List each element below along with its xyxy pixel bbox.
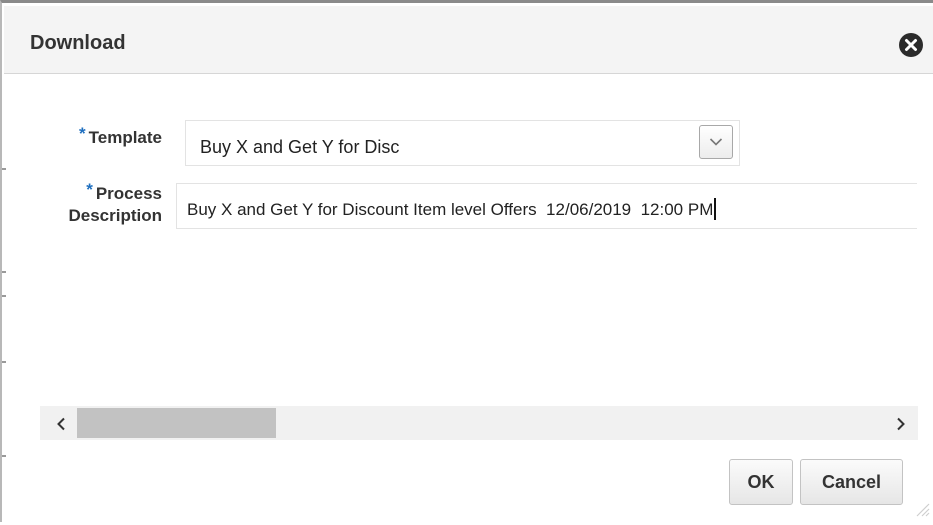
chevron-down-icon — [709, 138, 723, 146]
required-marker: * — [79, 124, 86, 143]
process-description-label: * Process Description — [38, 180, 162, 227]
template-label: * Template — [50, 124, 162, 149]
ok-button[interactable]: OK — [729, 459, 793, 505]
left-edge-ticks — [2, 3, 6, 525]
required-marker: * — [86, 180, 93, 199]
scrollbar-thumb[interactable] — [77, 408, 276, 438]
process-description-text: Buy X and Get Y for Discount Item level … — [187, 200, 714, 219]
dialog-header: Download — [4, 6, 933, 74]
horizontal-scrollbar[interactable] — [40, 406, 918, 440]
dialog-title: Download — [30, 32, 126, 54]
cancel-button[interactable]: Cancel — [800, 459, 903, 505]
template-selected-value: Buy X and Get Y for Disc — [200, 137, 400, 157]
scroll-right-button[interactable] — [886, 406, 916, 440]
process-description-label-line1: Process — [95, 184, 162, 203]
text-caret — [714, 198, 717, 220]
chevron-left-icon — [57, 417, 65, 431]
close-icon[interactable] — [899, 33, 923, 57]
scroll-left-button[interactable] — [46, 406, 76, 440]
resize-grip-icon[interactable] — [912, 499, 930, 517]
process-description-label-line2: Description — [68, 206, 162, 225]
chevron-right-icon — [897, 417, 905, 431]
template-select[interactable]: Buy X and Get Y for Disc — [185, 120, 740, 166]
download-dialog: Download * Template Buy X and Get Y for D… — [0, 0, 933, 522]
template-dropdown-button[interactable] — [699, 125, 733, 159]
process-description-value: Buy X and Get Y for Discount Item level … — [187, 198, 717, 220]
template-label-text: Template — [88, 128, 162, 147]
process-description-input[interactable]: Buy X and Get Y for Discount Item level … — [176, 183, 917, 229]
